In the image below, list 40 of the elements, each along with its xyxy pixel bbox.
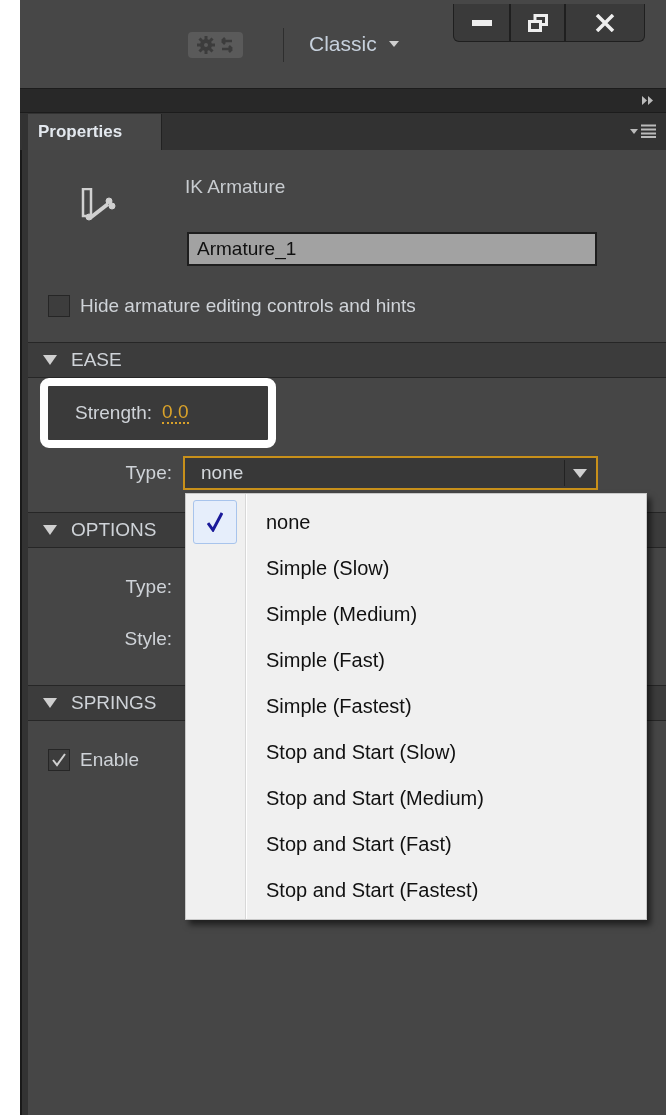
field-label: Type:: [124, 576, 172, 598]
minimize-icon: [471, 19, 492, 26]
section-title[interactable]: OPTIONS: [71, 519, 157, 541]
panel-menu-icon[interactable]: [630, 124, 656, 138]
checkbox[interactable]: [48, 749, 70, 771]
field-label: Strength:: [75, 402, 153, 424]
checkbox-label: Hide armature editing controls and hints: [80, 295, 416, 317]
close-icon: [595, 13, 615, 32]
caret-icon: [573, 468, 587, 478]
menu-item[interactable]: Stop and Start (Medium): [186, 775, 646, 821]
caret-icon: [388, 41, 399, 47]
field-label: Type:: [124, 462, 172, 484]
menu-item[interactable]: Simple (Fast): [186, 637, 646, 683]
checkmark-icon: [207, 512, 223, 532]
workspace-switcher[interactable]: Classic: [309, 26, 399, 62]
gear-arrows-icon: [195, 35, 236, 55]
menu-item[interactable]: Stop and Start (Fastest): [186, 867, 646, 913]
minimize-button[interactable]: [453, 4, 510, 42]
menu-item[interactable]: Simple (Fastest): [186, 683, 646, 729]
ease-type-dropdown[interactable]: none: [183, 456, 598, 490]
checkbox-label: Enable: [80, 749, 140, 771]
strength-value[interactable]: 0.0: [162, 402, 189, 424]
section-title[interactable]: SPRINGS: [71, 692, 157, 714]
menu-item[interactable]: Stop and Start (Fast): [186, 821, 646, 867]
checkbox[interactable]: [48, 295, 70, 317]
field-label: Style:: [123, 628, 172, 650]
menu-item[interactable]: none: [186, 499, 646, 545]
restore-button[interactable]: [510, 4, 565, 42]
bone-tool-icon: [80, 188, 116, 222]
section-title[interactable]: EASE: [71, 349, 122, 371]
close-button[interactable]: [565, 4, 645, 42]
panel-tab[interactable]: Properties: [28, 114, 162, 150]
double-arrow-icon: [642, 96, 654, 105]
instance-name-field[interactable]: Armature_1: [187, 232, 597, 266]
checkmark-icon: [51, 752, 67, 768]
menu-item[interactable]: Simple (Slow): [186, 545, 646, 591]
instance-type-label: IK Armature: [185, 176, 287, 198]
menu-item[interactable]: Simple (Medium): [186, 591, 646, 637]
restore-icon: [527, 13, 548, 32]
menu-item[interactable]: Stop and Start (Slow): [186, 729, 646, 775]
